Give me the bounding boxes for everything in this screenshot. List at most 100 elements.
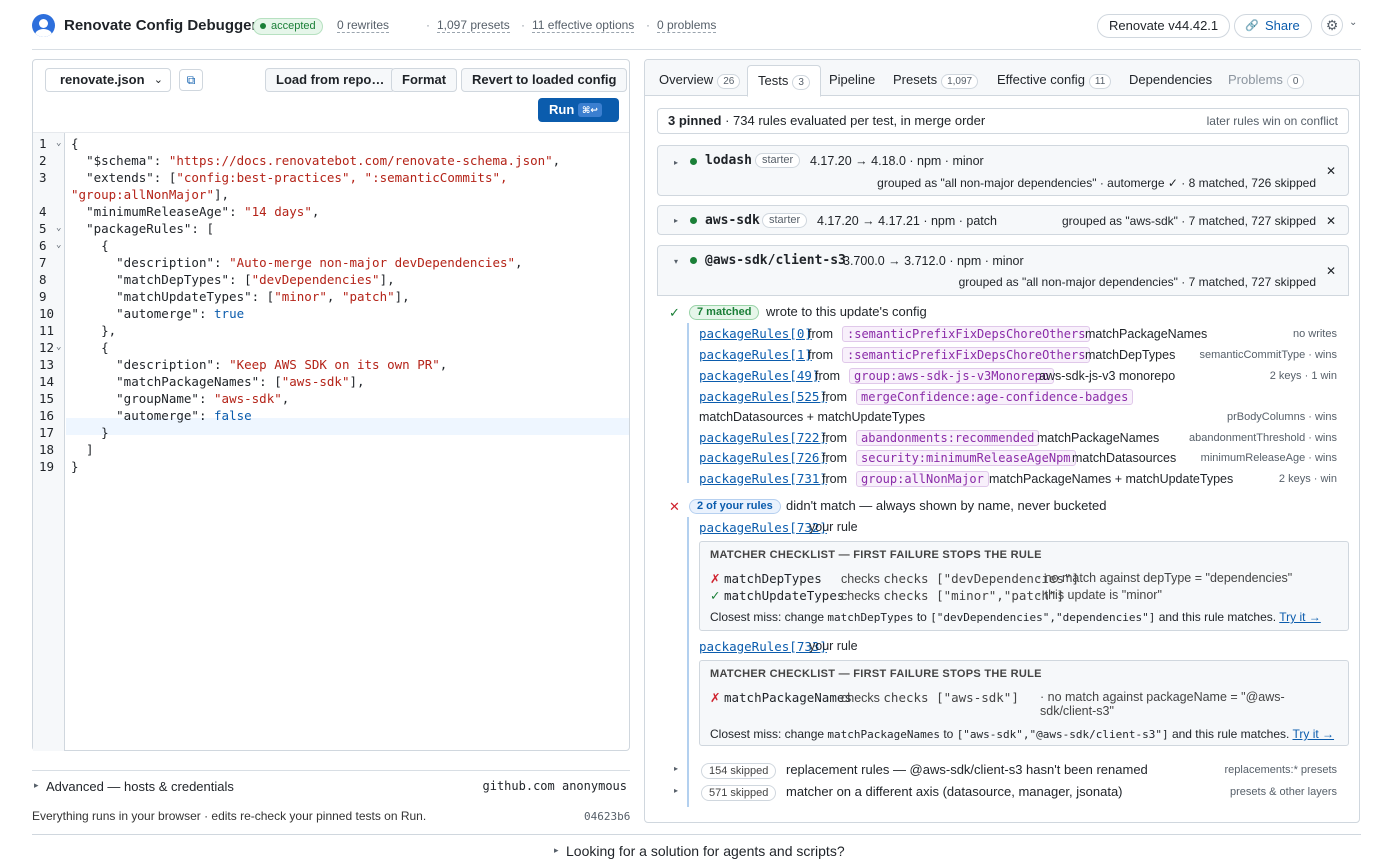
file-select[interactable]: renovate.json ⌄ [45,68,171,92]
line-number: 2 [39,153,47,168]
rule-from: from [822,431,847,445]
status-badge: accepted [253,18,323,35]
test-result: grouped as "all non-major dependencies" … [958,275,1316,289]
close-icon[interactable]: ✕ [1326,164,1336,178]
close-icon[interactable]: ✕ [1326,214,1336,228]
tab-presets[interactable]: Presets 1,097 [893,72,979,89]
rule-from: from [815,369,840,383]
test-card-client-s3[interactable]: ▾ @aws-sdk/client-s3 3.700.0 → 3.712.0 ·… [657,245,1349,296]
app-header: Renovate Config Debugger accepted 0 rewr… [32,0,1361,50]
test-version: 4.17.20 → 4.18.0 · npm · minor [810,154,984,168]
code-line: "groupName": "aws-sdk", [116,391,290,406]
line-number: 6 ⌄ [39,238,62,253]
tab-dependencies[interactable]: Dependencies [1129,72,1212,87]
skipped-note: presets & other layers [1230,786,1337,798]
close-icon[interactable]: ✕ [1326,264,1336,278]
share-button[interactable]: Share [1234,14,1312,38]
expand-triangle-icon[interactable]: ▸ [674,786,678,795]
matcher-checklist: MATCHER CHECKLIST — FIRST FAILURE STOPS … [699,541,1349,631]
agents-disclosure[interactable]: Looking for a solution for agents and sc… [32,834,1361,868]
tab-effective-config[interactable]: Effective config 11 [997,72,1112,89]
stat-presets[interactable]: 1,097 presets [437,18,510,33]
rule-ref[interactable]: packageRules[525] [699,389,827,404]
rule-ref[interactable]: packageRules[1] [699,347,812,362]
expand-triangle-icon[interactable]: ▸ [674,158,678,167]
preset-pill[interactable]: :semanticPrefixFixDepsChoreOthers [842,347,1091,363]
version-button[interactable]: Renovate v44.42.1 [1097,14,1231,38]
check-matcher: matchDepTypes [723,571,822,586]
rule-ref[interactable]: packageRules[0] [699,326,812,341]
closest-miss: Closest miss: change matchPackageNames t… [710,727,1335,741]
rule-ref[interactable]: packageRules[722] [699,430,827,445]
rule-note: prBodyColumns · wins [1226,411,1337,423]
rule-ref[interactable]: packageRules[726] [699,450,827,465]
rule-note: 2 keys · 1 win [1269,370,1337,382]
stat-rewrites[interactable]: 0 rewrites [337,18,390,33]
try-it-link[interactable]: Try it → [1292,727,1334,741]
expand-triangle-icon[interactable]: ▸ [674,216,678,225]
check-comment: · no match against packageName = "@aws- [1040,690,1285,704]
check-row: ✗ matchDepTypes [710,571,822,586]
tab-overview[interactable]: Overview 26 [659,72,741,89]
code-line: { [71,340,109,355]
preset-pill[interactable]: mergeConfidence:age-confidence-badges [856,389,1134,405]
copy-icon[interactable]: ⧉ [179,69,203,91]
advanced-disclosure[interactable]: Advanced — hosts & credentials github.co… [32,770,630,800]
status-dot-icon [690,257,697,264]
line-number: 15 [39,391,55,406]
format-button[interactable]: Format [391,68,458,92]
line-number: 14 [39,374,55,389]
revert-button[interactable]: Revert to loaded config [461,68,628,92]
tests-summary: 3 pinned · 734 rules evaluated per test,… [657,108,1349,134]
tab-pipeline[interactable]: Pipeline [829,72,875,87]
code-line: } [71,425,109,440]
stat-effective-options[interactable]: 11 effective options [532,18,635,33]
load-from-repo-button[interactable]: Load from repo… [265,68,396,92]
preset-pill[interactable]: security:minimumReleaseAgeNpm [856,450,1076,466]
gear-icon[interactable]: ⚙ [1321,14,1343,36]
line-number: 10 [39,306,55,321]
test-card-lodash[interactable]: ▸ lodash starter 4.17.20 → 4.18.0 · npm … [657,145,1349,196]
skipped-text[interactable]: matcher on a different axis (datasource,… [786,784,1123,799]
matched-group-line [687,323,689,483]
code-editor[interactable]: 1 ⌄ 2 3 4 5 ⌄ 6 ⌄ 7 8 9 10 11 12 ⌄ 13 14 15 … [33,132,629,751]
code-line: }, [71,323,117,338]
preset-pill[interactable]: group:allNonMajor [856,471,989,487]
code-line: { [71,238,109,253]
rule-matcher: aws-sdk-js-v3 monorepo [1039,369,1176,383]
rule-matcher: matchDatasources + matchUpdateTypes [699,410,926,424]
chevron-down-icon[interactable]: ⌄ [1349,17,1357,28]
stat-problems[interactable]: 0 problems [657,18,717,33]
commit-hash[interactable]: 04623b6 [584,810,630,823]
preset-pill[interactable]: :semanticPrefixFixDepsChoreOthers [842,326,1091,342]
tab-tests[interactable]: Tests 3 [747,65,821,97]
results-panel: Overview 26 Tests 3 Pipeline Presets 1,097 … [644,59,1360,823]
tab-problems[interactable]: Problems 0 [1228,72,1305,89]
try-it-link[interactable]: Try it → [1279,610,1321,624]
preset-pill[interactable]: group:aws-sdk-js-v3Monorepo [849,368,1055,384]
advanced-value: github.com anonymous [482,779,628,793]
rule-ref[interactable]: packageRules[732] [699,520,827,535]
test-version: 3.700.0 → 3.712.0 · npm · minor [843,254,1024,268]
preset-pill[interactable]: abandonments:recommended [856,430,1040,446]
line-gutter: 1 ⌄ 2 3 4 5 ⌄ 6 ⌄ 7 8 9 10 11 12 ⌄ 13 14 15 … [33,133,65,751]
renovate-logo-icon [32,14,55,37]
skipped-text[interactable]: replacement rules — @aws-sdk/client-s3 h… [786,762,1148,777]
status-dot-icon [690,217,697,224]
test-card-aws-sdk[interactable]: ▸ aws-sdk starter 4.17.20 → 4.17.21 · np… [657,205,1349,235]
fail-mark: ✗ [710,691,721,705]
rule-note: no writes [1292,328,1337,340]
collapse-triangle-icon[interactable]: ▾ [674,257,678,266]
rule-ref[interactable]: packageRules[49] [699,368,819,383]
run-button[interactable]: Run ⌘↩ [538,98,619,122]
expand-triangle-icon[interactable]: ▸ [674,764,678,773]
line-number: 19 [39,459,55,474]
matched-badge: 7 matched [689,305,760,320]
check-matcher: matchPackageNames [723,690,852,705]
run-label: Run [549,102,575,117]
line-number: 13 [39,357,55,372]
skipped-badge: 154 skipped [701,763,777,779]
check-comment: · no match against depType = "dependenci… [1037,571,1293,585]
rule-ref[interactable]: packageRules[731] [699,471,827,486]
rule-ref[interactable]: packageRules[733] [699,639,827,654]
